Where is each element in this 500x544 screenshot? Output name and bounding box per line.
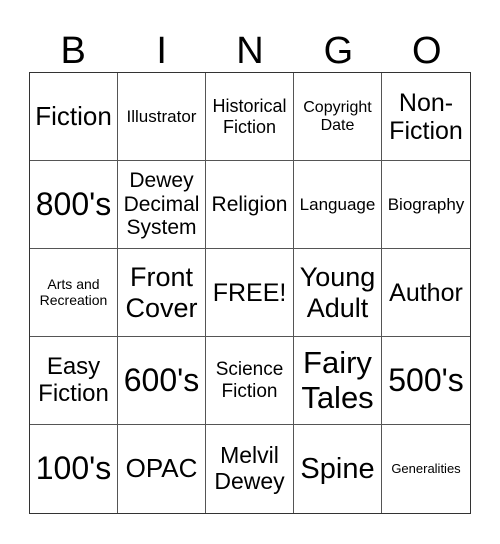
bingo-cell[interactable]: Religion <box>206 161 294 249</box>
bingo-cell[interactable]: Arts and Recreation <box>30 249 118 337</box>
bingo-cell[interactable]: Spine <box>294 425 382 513</box>
bingo-cell[interactable]: OPAC <box>118 425 206 513</box>
bingo-cell[interactable]: Fairy Tales <box>294 337 382 425</box>
bingo-cell[interactable]: Science Fiction <box>206 337 294 425</box>
bingo-header: B I N G O <box>29 30 471 72</box>
bingo-cell[interactable]: Front Cover <box>118 249 206 337</box>
bingo-cell[interactable]: Biography <box>382 161 470 249</box>
header-letter-i: I <box>156 30 167 72</box>
bingo-cell[interactable]: Easy Fiction <box>30 337 118 425</box>
bingo-cell[interactable]: Young Adult <box>294 249 382 337</box>
bingo-cell[interactable]: Copyright Date <box>294 73 382 161</box>
bingo-cell[interactable]: 600's <box>118 337 206 425</box>
bingo-grid: Fiction Illustrator Historical Fiction Copy… <box>29 72 471 514</box>
header-letter-o: O <box>412 30 442 72</box>
bingo-cell[interactable]: Historical Fiction <box>206 73 294 161</box>
header-letter-g: G <box>323 30 354 72</box>
bingo-cell[interactable]: Melvil Dewey <box>206 425 294 513</box>
header-letter-n: N <box>236 30 264 72</box>
bingo-cell[interactable]: 800's <box>30 161 118 249</box>
bingo-cell[interactable]: Dewey Decimal System <box>118 161 206 249</box>
bingo-cell[interactable]: Illustrator <box>118 73 206 161</box>
header-letter-b: B <box>60 30 86 72</box>
bingo-cell[interactable]: FREE! <box>206 249 294 337</box>
bingo-cell[interactable]: 500's <box>382 337 470 425</box>
bingo-cell[interactable]: Non-Fiction <box>382 73 470 161</box>
bingo-cell[interactable]: Fiction <box>30 73 118 161</box>
bingo-cell[interactable]: Language <box>294 161 382 249</box>
bingo-cell[interactable]: Author <box>382 249 470 337</box>
bingo-cell[interactable]: 100's <box>30 425 118 513</box>
bingo-cell[interactable]: Generalities <box>382 425 470 513</box>
